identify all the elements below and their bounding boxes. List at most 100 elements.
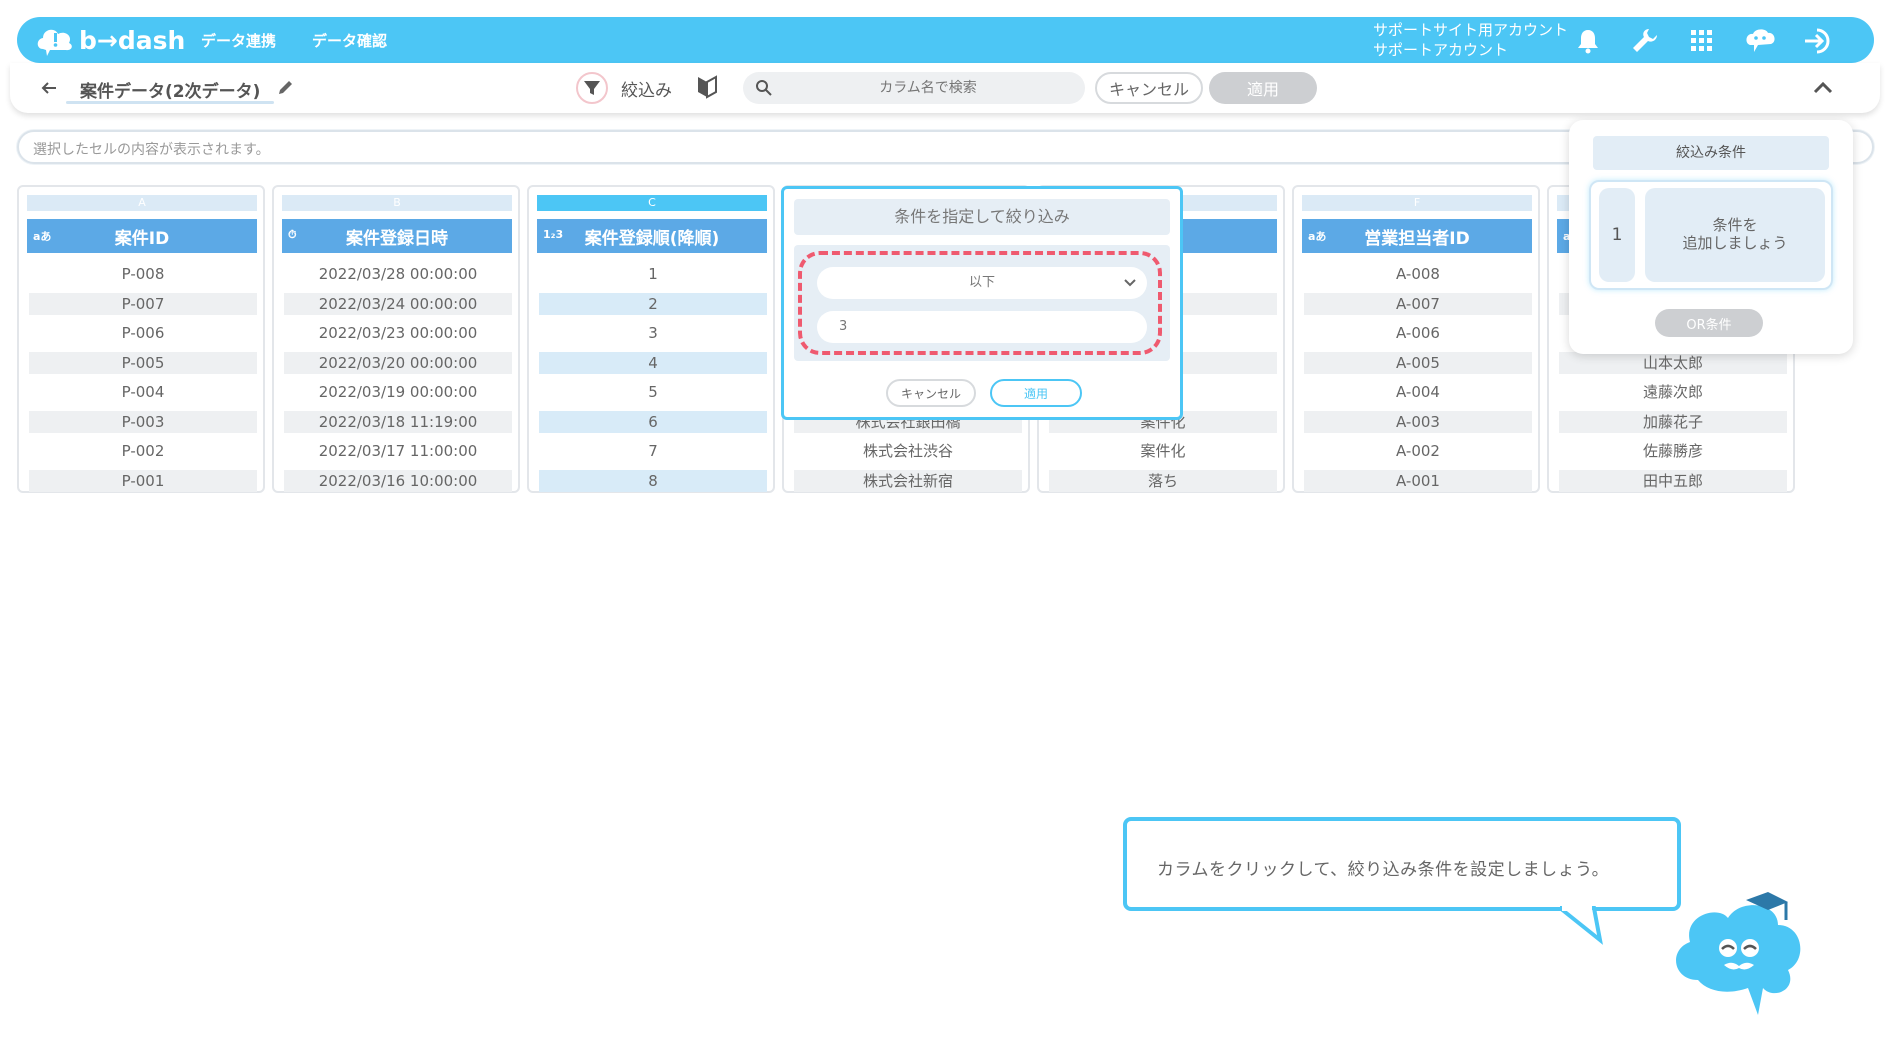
- group-number: 1: [1599, 188, 1635, 282]
- table-cell[interactable]: A-002: [1304, 440, 1532, 462]
- data-type-icon: aあ: [1308, 230, 1327, 243]
- table-cell[interactable]: 山本太郎: [1559, 351, 1787, 374]
- table-cell[interactable]: 2022/03/20 00:00:00: [284, 351, 512, 374]
- table-cell[interactable]: 佐藤勝彦: [1559, 440, 1787, 462]
- filter-icon[interactable]: [576, 72, 608, 104]
- table-cell[interactable]: A-003: [1304, 410, 1532, 433]
- table-cell[interactable]: A-005: [1304, 351, 1532, 374]
- or-condition-button[interactable]: OR条件: [1655, 309, 1763, 337]
- table-cell[interactable]: A-008: [1304, 263, 1532, 285]
- operator-select[interactable]: 以下: [817, 267, 1147, 299]
- account-info[interactable]: サポートサイト用アカウント サポートアカウント: [1373, 20, 1568, 60]
- logout-icon[interactable]: [1802, 25, 1834, 57]
- table-cell[interactable]: 4: [539, 351, 767, 374]
- table-cell[interactable]: 2022/03/19 00:00:00: [284, 381, 512, 403]
- table-cell[interactable]: 遠藤次郎: [1559, 381, 1787, 403]
- bell-icon[interactable]: [1572, 25, 1604, 57]
- column-b[interactable]: B ⏱ 案件登録日時 2022/03/28 00:00:00 2022/03/24 00…: [272, 185, 520, 493]
- column-search[interactable]: [743, 72, 1085, 104]
- column-name: 案件登録日時: [346, 228, 448, 249]
- table-cell[interactable]: 案件化: [1049, 440, 1277, 462]
- wrench-icon[interactable]: [1629, 25, 1661, 57]
- column-a[interactable]: Aaあ 案件ID P-008 P-007 P-006 P-005 P-004 P-003 P-0…: [17, 185, 265, 493]
- column-header[interactable]: aあ 案件ID: [27, 219, 257, 253]
- back-arrow-icon[interactable]: [38, 77, 60, 99]
- table-cell[interactable]: P-003: [29, 410, 257, 433]
- search-input[interactable]: [783, 72, 1073, 104]
- table-cell[interactable]: 2022/03/28 00:00:00: [284, 263, 512, 285]
- table-cell[interactable]: P-007: [29, 292, 257, 315]
- page-title[interactable]: 案件データ(2次データ): [80, 77, 260, 102]
- table-cell[interactable]: A-004: [1304, 381, 1532, 403]
- table-cell[interactable]: P-001: [29, 469, 257, 492]
- table-cell[interactable]: 2022/03/24 00:00:00: [284, 292, 512, 315]
- collapse-chevron-icon[interactable]: [1811, 77, 1835, 99]
- table-cell[interactable]: 5: [539, 381, 767, 403]
- column-letter[interactable]: C: [537, 195, 767, 211]
- filter-label: 絞込み: [621, 81, 672, 101]
- toolbar: 案件データ(2次データ) 絞込み キャンセル 適用: [10, 63, 1880, 113]
- table-cell[interactable]: 2022/03/16 10:00:00: [284, 469, 512, 492]
- table-cell[interactable]: P-006: [29, 322, 257, 344]
- chat-icon[interactable]: [1744, 25, 1776, 57]
- column-c[interactable]: C 1₂3 案件登録順(降順) 1 2 3 4 5 6 7 8: [527, 185, 775, 493]
- table-cell[interactable]: 3: [539, 322, 767, 344]
- nav-data-check[interactable]: データ確認: [312, 30, 387, 51]
- column-f[interactable]: Faあ 営業担当者ID A-008 A-007 A-006 A-005 A-004 A-003…: [1292, 185, 1540, 493]
- table-cell[interactable]: 6: [539, 410, 767, 433]
- edit-pencil-icon[interactable]: [276, 77, 296, 97]
- bubble-tail: [1560, 906, 1603, 945]
- column-name: 案件ID: [114, 228, 170, 249]
- table-cell[interactable]: 株式会社新宿: [794, 469, 1022, 492]
- toolbar-apply-button[interactable]: 適用: [1209, 72, 1317, 104]
- table-cell[interactable]: A-001: [1304, 469, 1532, 492]
- table-cell[interactable]: 2022/03/18 11:19:00: [284, 410, 512, 433]
- table-cell[interactable]: 2022/03/23 00:00:00: [284, 322, 512, 344]
- table-cell[interactable]: 加藤花子: [1559, 410, 1787, 433]
- table-cell[interactable]: P-004: [29, 381, 257, 403]
- table-cell[interactable]: 7: [539, 440, 767, 462]
- table-cell[interactable]: 田中五郎: [1559, 469, 1787, 492]
- logo-cloud-icon: [37, 29, 72, 56]
- popup-apply-button[interactable]: 適用: [990, 379, 1082, 407]
- table-cell[interactable]: 2022/03/17 11:00:00: [284, 440, 512, 462]
- search-icon: [755, 79, 773, 97]
- column-header[interactable]: 1₂3 案件登録順(降順): [537, 219, 767, 253]
- chevron-down-icon: [1124, 279, 1136, 287]
- logo-text: b→dash: [79, 25, 186, 55]
- column-letter[interactable]: F: [1302, 195, 1532, 211]
- add-condition-line2: 追加しましょう: [1682, 234, 1788, 252]
- account-name: サポートサイト用アカウント: [1373, 21, 1569, 39]
- add-condition-slot[interactable]: 条件を 追加しましょう: [1645, 188, 1825, 282]
- popup-cancel-button[interactable]: キャンセル: [886, 379, 976, 407]
- column-letter[interactable]: B: [282, 195, 512, 211]
- grid-icon[interactable]: [1686, 25, 1718, 57]
- table-cell[interactable]: A-006: [1304, 322, 1532, 344]
- nav-data-link[interactable]: データ連携: [201, 30, 276, 51]
- filter-condition-popup: 条件を指定して絞り込み 以下 3 キャンセル 適用: [781, 186, 1183, 420]
- condition-value-input[interactable]: 3: [817, 311, 1147, 343]
- table-cell[interactable]: P-005: [29, 351, 257, 374]
- table-cell[interactable]: 2: [539, 292, 767, 315]
- panel-title: 絞込み条件: [1593, 136, 1829, 170]
- table-cell[interactable]: 1: [539, 263, 767, 285]
- column-name: 案件登録順(降順): [584, 228, 720, 249]
- table-cell[interactable]: 落ち: [1049, 469, 1277, 492]
- table-cell[interactable]: 株式会社渋谷: [794, 440, 1022, 462]
- hint-bubble: カラムをクリックして、絞り込み条件を設定しましょう。: [1123, 817, 1681, 911]
- bdash-logo[interactable]: b→dash: [35, 22, 185, 58]
- top-header: b→dash データ連携 データ確認 サポートサイト用アカウント サポートアカウ…: [17, 17, 1874, 63]
- condition-group: 1 条件を 追加しましょう: [1589, 180, 1833, 290]
- beginner-mark-icon[interactable]: [696, 75, 718, 99]
- data-type-icon: aあ: [33, 230, 52, 243]
- column-header[interactable]: ⏱ 案件登録日時: [282, 219, 512, 253]
- table-cell[interactable]: P-002: [29, 440, 257, 462]
- data-type-icon: ⏱: [288, 228, 297, 241]
- column-header[interactable]: aあ 営業担当者ID: [1302, 219, 1532, 253]
- table-cell[interactable]: 8: [539, 469, 767, 492]
- table-cell[interactable]: A-007: [1304, 292, 1532, 315]
- cell-content-placeholder: 選択したセルの内容が表示されます。: [33, 142, 270, 158]
- table-cell[interactable]: P-008: [29, 263, 257, 285]
- toolbar-cancel-button[interactable]: キャンセル: [1095, 72, 1203, 104]
- column-letter[interactable]: A: [27, 195, 257, 211]
